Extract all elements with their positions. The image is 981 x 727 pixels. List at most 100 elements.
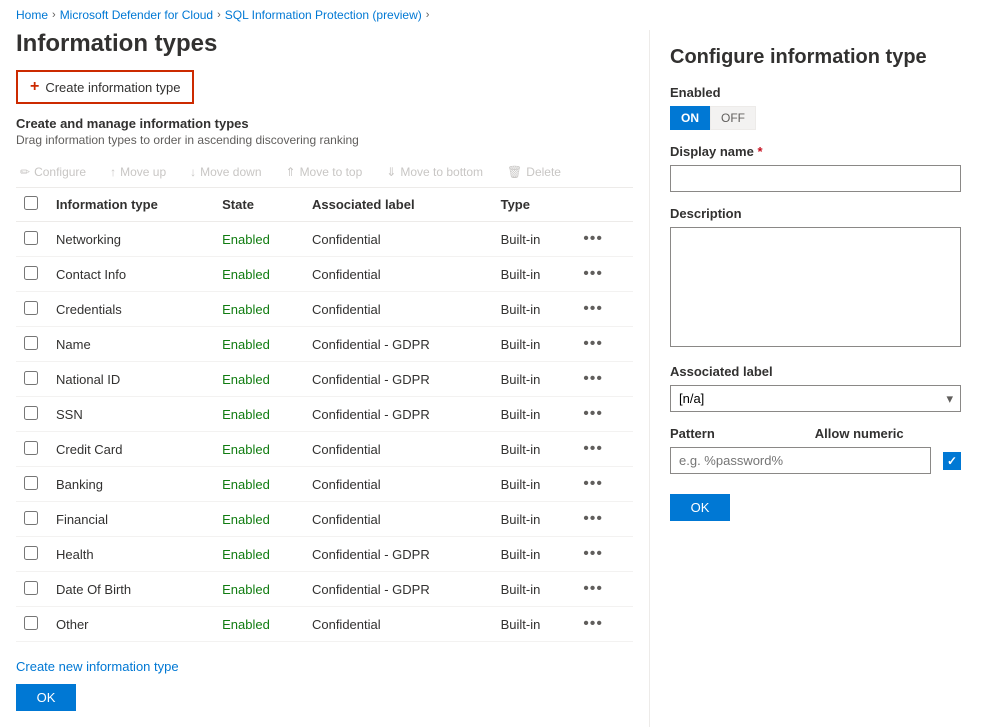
row-checkbox-10[interactable] (24, 581, 38, 595)
row-actions: ••• (571, 397, 633, 432)
row-state: Enabled (214, 327, 304, 362)
row-state: Enabled (214, 222, 304, 257)
create-information-type-button[interactable]: + Create information type (16, 70, 194, 104)
delete-label: Delete (526, 165, 561, 179)
move-down-button[interactable]: ↓ Move down (186, 163, 265, 181)
row-label: Confidential - GDPR (304, 572, 493, 607)
row-checkbox-1[interactable] (24, 266, 38, 280)
breadcrumb-sql[interactable]: SQL Information Protection (preview) (225, 8, 422, 22)
table-row: Name Enabled Confidential - GDPR Built-i… (16, 327, 633, 362)
toggle-container: ON OFF (670, 106, 961, 130)
row-more-button-9[interactable]: ••• (579, 545, 607, 563)
right-panel: Configure information type Enabled ON OF… (650, 30, 981, 727)
row-more-button-0[interactable]: ••• (579, 230, 607, 248)
page-title: Information types (16, 30, 633, 58)
table-row: Health Enabled Confidential - GDPR Built… (16, 537, 633, 572)
row-more-button-6[interactable]: ••• (579, 440, 607, 458)
header-associated-label: Associated label (304, 188, 493, 222)
breadcrumb-home[interactable]: Home (16, 8, 48, 22)
table-row: Banking Enabled Confidential Built-in ••… (16, 467, 633, 502)
row-more-button-2[interactable]: ••• (579, 300, 607, 318)
row-checkbox-5[interactable] (24, 406, 38, 420)
row-checkbox-8[interactable] (24, 511, 38, 525)
row-label: Confidential (304, 292, 493, 327)
row-name: Credit Card (48, 432, 214, 467)
row-actions: ••• (571, 327, 633, 362)
ok-button-left[interactable]: OK (16, 684, 76, 711)
display-name-field-group: Display name * (670, 144, 961, 192)
breadcrumb-sep-1: › (52, 9, 56, 21)
table-container: Information type State Associated label … (16, 188, 633, 649)
row-state: Enabled (214, 257, 304, 292)
row-name: Networking (48, 222, 214, 257)
table-row: Networking Enabled Confidential Built-in… (16, 222, 633, 257)
move-to-bottom-button[interactable]: ⇓ Move to bottom (382, 163, 487, 181)
header-information-type: Information type (48, 188, 214, 222)
row-more-button-1[interactable]: ••• (579, 265, 607, 283)
footer-link-container: Create new information type (16, 659, 633, 674)
row-checkbox-cell (16, 292, 48, 327)
move-up-button[interactable]: ↑ Move up (106, 163, 170, 181)
display-name-input[interactable] (670, 165, 961, 192)
row-more-button-3[interactable]: ••• (579, 335, 607, 353)
row-more-button-4[interactable]: ••• (579, 370, 607, 388)
row-more-button-8[interactable]: ••• (579, 510, 607, 528)
row-checkbox-2[interactable] (24, 301, 38, 315)
row-more-button-10[interactable]: ••• (579, 580, 607, 598)
row-type: Built-in (493, 467, 572, 502)
toggle-on-button[interactable]: ON (670, 106, 710, 130)
row-checkbox-cell (16, 467, 48, 502)
allow-numeric-checkbox[interactable] (943, 452, 961, 470)
description-textarea[interactable] (670, 227, 961, 347)
delete-button[interactable]: 🗑 Delete (503, 163, 565, 181)
row-checkbox-0[interactable] (24, 231, 38, 245)
row-name: SSN (48, 397, 214, 432)
move-to-bottom-icon: ⇓ (386, 165, 396, 179)
row-checkbox-7[interactable] (24, 476, 38, 490)
row-actions: ••• (571, 537, 633, 572)
toolbar: ✏ Configure ↑ Move up ↓ Move down ⇑ Move… (16, 157, 633, 188)
row-checkbox-cell (16, 502, 48, 537)
row-more-button-7[interactable]: ••• (579, 475, 607, 493)
pattern-input[interactable] (670, 447, 931, 474)
row-checkbox-9[interactable] (24, 546, 38, 560)
row-actions: ••• (571, 222, 633, 257)
row-checkbox-cell (16, 362, 48, 397)
allow-numeric-col-label: Allow numeric (815, 426, 904, 441)
row-label: Confidential (304, 432, 493, 467)
row-checkbox-11[interactable] (24, 616, 38, 630)
row-more-button-5[interactable]: ••• (579, 405, 607, 423)
row-label: Confidential - GDPR (304, 537, 493, 572)
row-more-button-11[interactable]: ••• (579, 615, 607, 633)
row-type: Built-in (493, 397, 572, 432)
row-type: Built-in (493, 607, 572, 642)
toggle-off-button[interactable]: OFF (710, 106, 756, 130)
left-panel: Information types + Create information t… (0, 30, 650, 727)
breadcrumb: Home › Microsoft Defender for Cloud › SQ… (0, 0, 981, 30)
panel-title: Configure information type (670, 46, 961, 69)
enabled-label: Enabled (670, 85, 961, 100)
ok-button-right[interactable]: OK (670, 494, 730, 521)
plus-icon: + (30, 78, 39, 96)
row-state: Enabled (214, 292, 304, 327)
required-marker: * (757, 144, 762, 159)
associated-label-select[interactable]: [n/a] Confidential Confidential - GDPR H… (670, 385, 961, 412)
row-actions: ••• (571, 502, 633, 537)
associated-label-label: Associated label (670, 364, 961, 379)
row-checkbox-6[interactable] (24, 441, 38, 455)
configure-button[interactable]: ✏ Configure (16, 163, 90, 181)
row-name: Date Of Birth (48, 572, 214, 607)
select-all-checkbox[interactable] (24, 196, 38, 210)
move-to-top-button[interactable]: ⇑ Move to top (282, 163, 367, 181)
row-checkbox-4[interactable] (24, 371, 38, 385)
associated-label-field-group: Associated label [n/a] Confidential Conf… (670, 364, 961, 412)
row-label: Confidential (304, 467, 493, 502)
row-type: Built-in (493, 327, 572, 362)
header-type: Type (493, 188, 572, 222)
information-types-table: Information type State Associated label … (16, 188, 633, 642)
breadcrumb-defender[interactable]: Microsoft Defender for Cloud (60, 8, 213, 22)
breadcrumb-sep-3: › (426, 9, 430, 21)
row-checkbox-3[interactable] (24, 336, 38, 350)
create-new-information-type-link[interactable]: Create new information type (16, 659, 179, 674)
ok-btn-right-container: OK (670, 494, 961, 521)
